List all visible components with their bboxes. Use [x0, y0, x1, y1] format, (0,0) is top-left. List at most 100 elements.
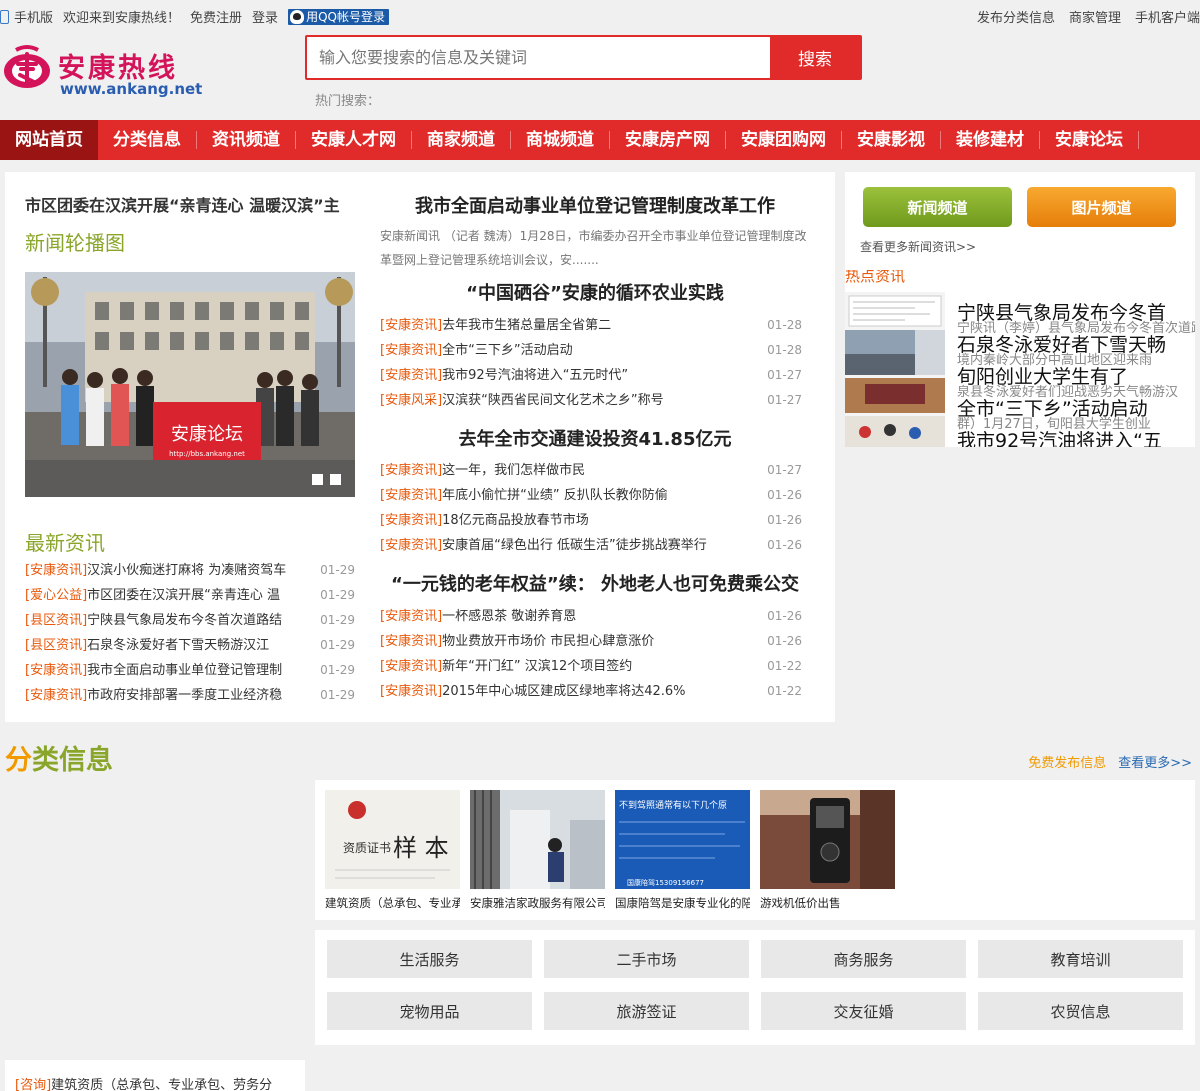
- list-item[interactable]: [安康资讯]去年我市生猪总量居全省第二 01-28: [380, 313, 802, 338]
- svg-text:不到驾照通常有以下几个原: 不到驾照通常有以下几个原: [619, 799, 727, 811]
- headline-2[interactable]: “中国硒谷”安康的循环农业实践: [380, 279, 810, 305]
- carousel-dot[interactable]: [330, 474, 341, 485]
- headline-1[interactable]: 我市全面启动事业单位登记管理制度改革工作: [380, 192, 810, 218]
- list-item[interactable]: [爱心公益]市区团委在汉滨开展“亲青连心 温 01-29: [25, 583, 355, 608]
- photo-banner-text: 安康论坛: [171, 424, 243, 445]
- category-button[interactable]: 旅游签证: [544, 992, 749, 1030]
- site-logo[interactable]: 安康热线 www.ankang.net: [0, 40, 210, 100]
- game-machine-image: [760, 790, 895, 889]
- gallery-item[interactable]: 游戏机低价出售: [760, 790, 895, 911]
- category-button[interactable]: 二手市场: [544, 940, 749, 978]
- register-link[interactable]: 免费注册: [190, 7, 242, 26]
- latest-news-list: [安康资讯]汉滨小伙痴迷打麻将 为凑赌资驾车 01-29 [爱心公益]市区团委在汉…: [25, 558, 355, 708]
- nav-item-realestate[interactable]: 安康房产网: [610, 120, 725, 160]
- gallery-item[interactable]: 安康雅洁家政服务有限公司: [470, 790, 605, 911]
- nav-item-news[interactable]: 资讯频道: [197, 120, 295, 160]
- nav-item-groupbuy[interactable]: 安康团购网: [726, 120, 841, 160]
- gallery-item[interactable]: 不到驾照通常有以下几个原 国康陪驾15309156677 国康陪驾是安康专业化的…: [615, 790, 750, 911]
- hot-news-summary: 群）1月27日，旬阳县大学生创业: [957, 417, 1151, 432]
- nav-item-home[interactable]: 网站首页: [0, 120, 98, 160]
- news-group-4: [安康资讯]一杯感恩茶 敬谢养育恩 01-26 [安康资讯]物业费放开市场价 市民…: [380, 604, 802, 704]
- category-button[interactable]: 农贸信息: [978, 992, 1183, 1030]
- list-item[interactable]: [县区资讯]石泉冬泳爱好者下雪天畅游汉江 01-29: [25, 633, 355, 658]
- list-item[interactable]: [安康资讯]新年“开门红” 汉滨12个项目签约 01-22: [380, 654, 802, 679]
- list-item[interactable]: [安康资讯]这一年，我们怎样做市民 01-27: [380, 458, 802, 483]
- list-item[interactable]: [县区资讯]宁陕县气象局发布今冬首次道路结 01-29: [25, 608, 355, 633]
- headline-4[interactable]: “一元钱的老年权益”续： 外地老人也可免费乘公交: [380, 570, 810, 596]
- carousel-dots: [312, 474, 341, 485]
- picture-channel-button[interactable]: 图片频道: [1027, 187, 1176, 227]
- nav-item-mall[interactable]: 商城频道: [511, 120, 609, 160]
- gallery-item[interactable]: 资质证书 样 本 建筑资质（总承包、专业承包: [325, 790, 460, 911]
- hot-news-summary: 境内秦岭大部分中高山地区迎来雨: [957, 353, 1153, 368]
- free-post-link[interactable]: 免费发布信息: [1028, 752, 1106, 771]
- nav-item-merchants[interactable]: 商家频道: [412, 120, 510, 160]
- list-item[interactable]: [咨询]建筑资质（总承包、专业承包、劳务分: [15, 1074, 272, 1091]
- list-item[interactable]: [安康资讯]2015年中心城区建成区绿地率将达42.6% 01-22: [380, 679, 802, 704]
- headline-3[interactable]: 去年全市交通建设投资41.85亿元: [380, 425, 810, 451]
- category-button[interactable]: 生活服务: [327, 940, 532, 978]
- bottom-listing: [咨询]建筑资质（总承包、专业承包、劳务分: [5, 1060, 305, 1091]
- classified-categories: 生活服务 二手市场 商务服务 教育培训 宠物用品 旅游签证 交友征婚 农贸信息: [315, 930, 1195, 1045]
- certificate-image: 资质证书 样 本: [325, 790, 460, 889]
- hot-news-list: 宁陕县气象局发布今冬首 宁陕讯（李婷）县气象局发布今冬首次道路结冰黄色预警，受强…: [957, 292, 1195, 447]
- latest-news-label: 最新资讯: [25, 531, 105, 555]
- login-link[interactable]: 登录: [252, 7, 278, 26]
- mobile-client-link[interactable]: 手机客户端: [1135, 7, 1200, 26]
- logo-mark-icon: [4, 45, 50, 88]
- carousel-dot[interactable]: [312, 474, 323, 485]
- list-item[interactable]: [安康资讯]物业费放开市场价 市民担心肆意涨价 01-26: [380, 629, 802, 654]
- search-button[interactable]: 搜索: [770, 37, 860, 78]
- photo-banner-url: http://bbs.ankang.net: [169, 450, 245, 458]
- housekeeping-image: [470, 790, 605, 889]
- hot-news-label: 热点资讯: [845, 270, 906, 284]
- category-button[interactable]: 教育培训: [978, 940, 1183, 978]
- hot-news-item[interactable]: 我市92号汽油将进入“五: [957, 430, 1195, 447]
- classified-section-title: 分类信息: [5, 745, 113, 776]
- carousel-caption[interactable]: 市区团委在汉滨开展“亲青连心 温暖汉滨”主: [25, 192, 355, 216]
- news-channel-button[interactable]: 新闻频道: [863, 187, 1012, 227]
- logo-url: www.ankang.net: [60, 80, 203, 98]
- nav-divider: [1138, 131, 1139, 149]
- header: 安康热线 www.ankang.net 搜索 热门搜索：: [0, 34, 1200, 120]
- list-item[interactable]: [安康资讯]我市全面启动事业单位登记管理制 01-29: [25, 658, 355, 683]
- classified-gallery: 资质证书 样 本 建筑资质（总承包、专业承包 安康雅洁家政服务有限公司 不到驾照…: [315, 780, 1195, 920]
- top-bar: 手机版 欢迎来到安康热线！ 免费注册 登录 用QQ帐号登录 发布分类信息 商家管…: [0, 0, 1200, 34]
- list-item[interactable]: [安康资讯]汉滨小伙痴迷打麻将 为凑赌资驾车 01-29: [25, 558, 355, 583]
- svg-text:资质证书: 资质证书: [343, 841, 391, 855]
- list-item[interactable]: [安康资讯]我市92号汽油将进入“五元时代” 01-27: [380, 363, 802, 388]
- category-button[interactable]: 宠物用品: [327, 992, 532, 1030]
- main-nav: 网站首页 分类信息 资讯频道 安康人才网 商家频道 商城频道 安康房产网 安康团…: [0, 120, 1200, 160]
- sidebar: 新闻频道 图片频道 查看更多新闻资讯>> 热点资讯 宁陕县气象局发布今冬首 宁陕…: [845, 172, 1195, 447]
- classified-links: 免费发布信息 查看更多>>: [1028, 752, 1192, 771]
- news-group-3: [安康资讯]这一年，我们怎样做市民 01-27 [安康资讯]年底小偷忙拼“业绩” …: [380, 458, 802, 558]
- list-item[interactable]: [安康风采]汉滨获“陕西省民间文化艺术之乡”称号 01-27: [380, 388, 802, 413]
- search-box: 搜索: [305, 35, 862, 80]
- category-button[interactable]: 商务服务: [761, 940, 966, 978]
- search-input[interactable]: [307, 37, 770, 78]
- nav-item-classified[interactable]: 分类信息: [98, 120, 196, 160]
- list-item[interactable]: [安康资讯]全市“三下乡”活动启动 01-28: [380, 338, 802, 363]
- list-item[interactable]: [安康资讯]安康首届“绿色出行 低碳生活”徒步挑战赛举行 01-26: [380, 533, 802, 558]
- post-classified-link[interactable]: 发布分类信息: [977, 7, 1055, 26]
- list-item[interactable]: [安康资讯]年底小偷忙拼“业绩” 反扒队长教你防偷 01-26: [380, 483, 802, 508]
- mobile-version-link[interactable]: 手机版: [0, 7, 53, 26]
- qq-login-button[interactable]: 用QQ帐号登录: [288, 8, 389, 25]
- news-group-2: [安康资讯]去年我市生猪总量居全省第二 01-28 [安康资讯]全市“三下乡”活动…: [380, 313, 802, 413]
- nav-item-decoration[interactable]: 装修建材: [941, 120, 1039, 160]
- nav-item-jobs[interactable]: 安康人才网: [296, 120, 411, 160]
- list-item[interactable]: [安康资讯]一杯感恩茶 敬谢养育恩 01-26: [380, 604, 802, 629]
- hot-news-collage-image: [845, 292, 945, 447]
- news-carousel-image[interactable]: 安康论坛 http://bbs.ankang.net: [25, 272, 355, 497]
- hot-news-image[interactable]: [845, 292, 945, 447]
- more-news-link[interactable]: 查看更多新闻资讯>>: [860, 238, 976, 255]
- list-item[interactable]: [安康资讯]市政府安排部署一季度工业经济稳 01-29: [25, 683, 355, 708]
- nav-item-forum[interactable]: 安康论坛: [1040, 120, 1138, 160]
- list-item[interactable]: [安康资讯]18亿元商品投放春节市场 01-26: [380, 508, 802, 533]
- qq-penguin-icon: [290, 9, 305, 24]
- category-button[interactable]: 交友征婚: [761, 992, 966, 1030]
- hot-search-label: 热门搜索：: [315, 94, 381, 109]
- classified-more-link[interactable]: 查看更多>>: [1118, 752, 1192, 771]
- merchant-admin-link[interactable]: 商家管理: [1069, 7, 1121, 26]
- nav-item-movies[interactable]: 安康影视: [842, 120, 940, 160]
